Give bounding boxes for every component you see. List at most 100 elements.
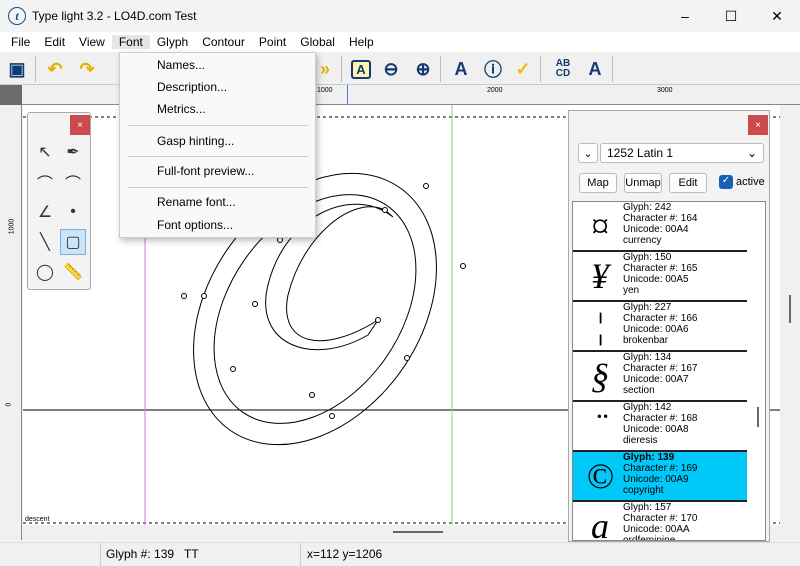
glyph-number: Glyph: 157 <box>623 502 672 513</box>
abcd-icon[interactable]: AB CD <box>550 56 576 82</box>
character-number: Character #: 167 <box>623 363 698 374</box>
check-icon[interactable]: ✓ <box>510 56 536 82</box>
menu-global[interactable]: Global <box>293 35 342 49</box>
ellipse-tool-icon[interactable]: ◯ <box>32 259 58 285</box>
ruler-label: 3000 <box>657 87 673 94</box>
character-number: Character #: 164 <box>623 213 698 224</box>
glyph-list-item[interactable]: ¥ Glyph: 150 Character #: 165 Unicode: 00A5… <box>573 252 747 302</box>
menu-file[interactable]: File <box>4 35 37 49</box>
glyph-preview: ¦ <box>595 306 605 346</box>
menu-item-description[interactable]: Description... <box>157 80 227 94</box>
app-logo-icon: t <box>8 7 26 25</box>
ruler-tool-icon[interactable]: 📏 <box>60 259 86 285</box>
menu-edit[interactable]: Edit <box>37 35 72 49</box>
vertical-scrollbar[interactable] <box>780 105 800 540</box>
status-coordinates: x=112 y=1206 <box>307 547 383 561</box>
pointer-tool-icon[interactable]: ↖ <box>32 139 58 165</box>
redo-icon[interactable]: ↷ <box>74 56 100 82</box>
menu-contour[interactable]: Contour <box>195 35 252 49</box>
glyph-name: section <box>623 385 655 396</box>
rectangle-tool-icon[interactable]: ▢ <box>60 229 86 255</box>
title-bar: t Type light 3.2 - LO4D.com Test – ☐ ✕ <box>0 0 800 32</box>
glyph-list[interactable]: ¤ Glyph: 242 Character #: 164 Unicode: 00A4… <box>572 201 766 541</box>
active-label: active <box>736 176 765 188</box>
unmap-button[interactable]: Unmap <box>624 173 662 193</box>
ruler-label: 1000 <box>317 87 333 94</box>
glyph-name: yen <box>623 285 640 296</box>
glyph-name: currency <box>623 235 662 246</box>
zoom-in-icon[interactable]: ⊕ <box>410 56 436 82</box>
unicode-value: Unicode: 00A6 <box>623 324 689 335</box>
glyph-preview: © <box>586 456 614 496</box>
codepage-menu-button[interactable]: ⌄ <box>578 143 598 163</box>
chevron-down-icon: ⌄ <box>746 146 757 160</box>
close-button[interactable]: ✕ <box>754 0 800 32</box>
status-font-format: TT <box>184 547 199 561</box>
curve-point-tool-icon[interactable]: ⌒ <box>60 169 86 195</box>
menu-glyph[interactable]: Glyph <box>150 35 195 49</box>
unicode-value: Unicode: 00A7 <box>623 374 689 385</box>
glyph-preview: a <box>591 506 609 541</box>
pen-tool-icon[interactable]: ✒ <box>60 139 86 165</box>
menu-item-rename-font[interactable]: Rename font... <box>157 195 236 209</box>
undo-icon[interactable]: ↶ <box>42 56 68 82</box>
menu-item-names[interactable]: Names... <box>157 58 205 72</box>
glyph-list-item[interactable]: ¤ Glyph: 242 Character #: 164 Unicode: 00A4… <box>573 202 747 252</box>
zoom-out-icon[interactable]: ⊖ <box>378 56 404 82</box>
glyph-list-item[interactable]: ¦ Glyph: 227 Character #: 166 Unicode: 00A6… <box>573 302 747 352</box>
corner-tool-icon[interactable]: ∠ <box>32 199 58 225</box>
font-menu-dropdown: Names... Description... Metrics... Gasp … <box>119 52 316 238</box>
unicode-value: Unicode: 00A5 <box>623 274 689 285</box>
line-tool-icon[interactable]: ╲ <box>32 229 58 255</box>
glyph-panel-close-button[interactable]: × <box>748 115 768 135</box>
window-title: Type light 3.2 - LO4D.com Test <box>32 9 197 23</box>
menu-point[interactable]: Point <box>252 35 293 49</box>
status-bar: Glyph #: 139 TT x=112 y=1206 <box>0 542 800 566</box>
vertical-ruler: 1000 0 <box>0 105 22 540</box>
menu-item-metrics[interactable]: Metrics... <box>157 102 206 116</box>
glyph-list-item[interactable]: a Glyph: 157 Character #: 170 Unicode: 00AA… <box>573 502 747 541</box>
menu-item-gasp-hinting[interactable]: Gasp hinting... <box>157 134 234 148</box>
minimize-button[interactable]: – <box>662 0 708 32</box>
unicode-value: Unicode: 00A8 <box>623 424 689 435</box>
menu-item-font-options[interactable]: Font options... <box>157 218 233 232</box>
glyph-number: Glyph: 139 <box>623 452 675 463</box>
curve-tool-icon[interactable]: ⌒ <box>32 169 58 195</box>
unicode-value: Unicode: 00AA <box>623 524 690 535</box>
glyph-number: Glyph: 227 <box>623 302 672 313</box>
character-number: Character #: 168 <box>623 413 698 424</box>
glyph-number: Glyph: 150 <box>623 252 672 263</box>
codepage-value: 1252 Latin 1 <box>607 146 674 160</box>
unicode-value: Unicode: 00A4 <box>623 224 689 235</box>
glyph-list-scroll-thumb[interactable] <box>757 407 759 427</box>
menu-item-full-font-preview[interactable]: Full-font preview... <box>157 164 254 178</box>
unicode-value: Unicode: 00A9 <box>623 474 689 485</box>
advance-width-icon[interactable]: A <box>448 56 474 82</box>
smooth-tool-icon[interactable]: • <box>60 199 86 225</box>
info-icon[interactable]: ⓘ <box>480 56 506 82</box>
glyph-preview: ¨ <box>594 406 606 446</box>
outline-box-icon[interactable]: A <box>348 56 374 82</box>
menu-view[interactable]: View <box>72 35 112 49</box>
glyph-list-item[interactable]: ¨ Glyph: 142 Character #: 168 Unicode: 00A8… <box>573 402 747 452</box>
edit-button[interactable]: Edit <box>669 173 707 193</box>
outline-a-icon[interactable]: A <box>582 56 608 82</box>
glyph-name: brokenbar <box>623 335 669 346</box>
character-number: Character #: 165 <box>623 263 698 274</box>
save-icon[interactable]: ▣ <box>4 56 30 82</box>
maximize-button[interactable]: ☐ <box>708 0 754 32</box>
active-checkbox[interactable]: ✓ <box>719 175 733 189</box>
glyph-list-item[interactable]: § Glyph: 134 Character #: 167 Unicode: 00A7… <box>573 352 747 402</box>
map-button[interactable]: Map <box>579 173 617 193</box>
tool-palette: × ↖ ✒ ⌒ ⌒ ∠ • ╲ ▢ ◯ 📏 <box>27 112 91 290</box>
glyph-number: Glyph: 134 <box>623 352 672 363</box>
glyph-name: ordfeminine <box>623 535 676 541</box>
glyph-list-item-selected[interactable]: © Glyph: 139 Character #: 169 Unicode: 00A9… <box>573 452 747 502</box>
codepage-select[interactable]: 1252 Latin 1 ⌄ <box>600 143 764 163</box>
character-number: Character #: 170 <box>623 513 698 524</box>
menu-bar: File Edit View Font Glyph Contour Point … <box>0 32 800 52</box>
tool-palette-close-button[interactable]: × <box>70 115 90 135</box>
menu-help[interactable]: Help <box>342 35 381 49</box>
glyph-list-panel: × ⌄ 1252 Latin 1 ⌄ Map Unmap Edit ✓ activ… <box>568 110 770 542</box>
menu-font[interactable]: Font <box>111 35 150 49</box>
